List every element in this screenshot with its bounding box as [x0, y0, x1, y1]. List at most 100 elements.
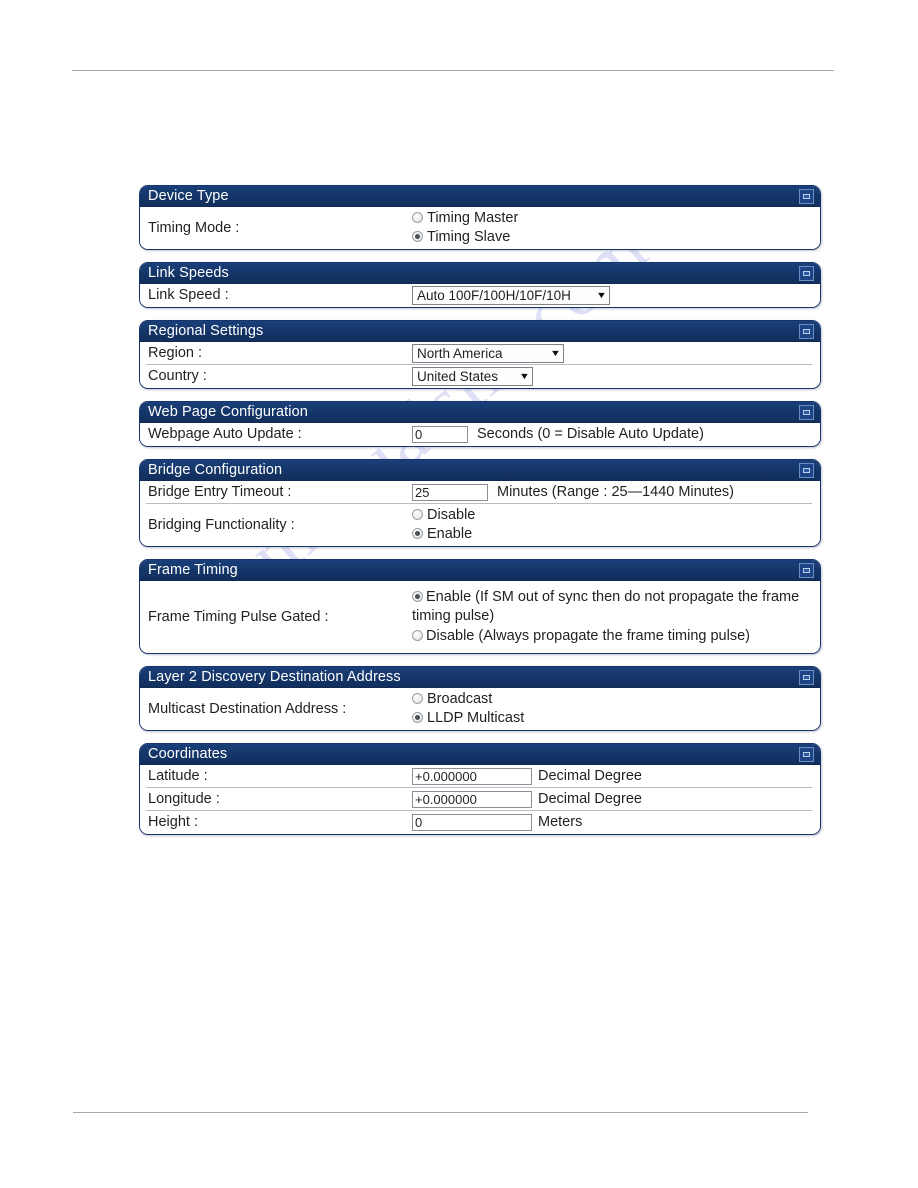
unit-label: Decimal Degree: [538, 791, 642, 807]
radio-group-multicast-destination-address: Broadcast LLDP Multicast: [412, 688, 820, 730]
row-label: Height :: [148, 814, 198, 830]
select-value: Auto 100F/100H/10F/10H: [417, 288, 571, 303]
radio-label: Disable (Always propagate the frame timi…: [426, 627, 750, 644]
chevron-down-icon: ▼: [518, 371, 531, 381]
radio-option-disable[interactable]: Disable: [412, 506, 475, 525]
radio-icon[interactable]: [412, 528, 423, 539]
panel-title: Link Speeds: [148, 265, 229, 281]
panel-title: Layer 2 Discovery Destination Address: [148, 669, 401, 685]
row-latitude: Latitude : Decimal Degree: [140, 765, 820, 788]
row-bridging-functionality: Bridging Functionality : Disable Enable: [140, 504, 820, 546]
radio-option-broadcast[interactable]: Broadcast: [412, 690, 492, 709]
row-country: Country : United States ▼: [140, 365, 820, 388]
row-label: Webpage Auto Update :: [148, 426, 302, 442]
collapse-minus-icon[interactable]: [799, 266, 814, 281]
row-label: Latitude :: [148, 768, 208, 784]
row-label: Country :: [148, 368, 207, 384]
radio-label: Disable: [427, 507, 476, 523]
row-height: Height : Meters: [140, 811, 820, 834]
select-value: North America: [417, 346, 503, 361]
unit-label: Meters: [538, 814, 583, 830]
collapse-minus-icon[interactable]: [799, 189, 814, 204]
panel-layer2-discovery-destination-address: Layer 2 Discovery Destination Address Mu…: [139, 666, 821, 731]
input-latitude[interactable]: [412, 768, 532, 785]
row-region: Region : North America ▼: [140, 342, 820, 365]
panel-body: Frame Timing Pulse Gated : Enable (If SM…: [140, 581, 820, 653]
radio-option-timing-master[interactable]: Timing Master: [412, 209, 518, 228]
radio-group-timing-mode: Timing Master Timing Slave: [412, 207, 820, 249]
panel-header-frame-timing[interactable]: Frame Timing: [140, 560, 820, 581]
radio-label: LLDP Multicast: [427, 710, 525, 726]
input-height[interactable]: [412, 814, 532, 831]
row-label: Timing Mode :: [148, 219, 240, 236]
input-bridge-entry-timeout[interactable]: [412, 484, 488, 501]
unit-label: Seconds (0 = Disable Auto Update): [477, 426, 704, 442]
collapse-minus-icon[interactable]: [799, 463, 814, 478]
panel-title: Coordinates: [148, 746, 228, 762]
collapse-minus-icon[interactable]: [799, 747, 814, 762]
panel-body: Timing Mode : Timing Master Timing Slave: [140, 207, 820, 249]
collapse-minus-icon[interactable]: [799, 670, 814, 685]
field-wrap: Seconds (0 = Disable Auto Update): [412, 423, 820, 446]
panel-header-bridge-configuration[interactable]: Bridge Configuration: [140, 460, 820, 481]
panel-body: Multicast Destination Address : Broadcas…: [140, 688, 820, 730]
radio-option-timing-slave[interactable]: Timing Slave: [412, 228, 510, 247]
radio-group-bridging-functionality: Disable Enable: [412, 504, 820, 546]
radio-icon[interactable]: [412, 212, 423, 223]
panel-header-coordinates[interactable]: Coordinates: [140, 744, 820, 765]
unit-label: Minutes (Range : 25—1440 Minutes): [497, 484, 734, 500]
panel-header-regional-settings[interactable]: Regional Settings: [140, 321, 820, 342]
panel-header-device-type[interactable]: Device Type: [140, 186, 820, 207]
radio-icon[interactable]: [412, 712, 423, 723]
select-region[interactable]: North America ▼: [412, 344, 564, 363]
panel-regional-settings: Regional Settings Region : North America…: [139, 320, 821, 389]
field-wrap: Auto 100F/100H/10F/10H ▼: [412, 284, 820, 307]
collapse-minus-icon[interactable]: [799, 405, 814, 420]
row-frame-timing-pulse-gated: Frame Timing Pulse Gated : Enable (If SM…: [140, 581, 820, 653]
row-multicast-destination-address: Multicast Destination Address : Broadcas…: [140, 688, 820, 730]
radio-label: Timing Master: [427, 210, 519, 226]
page-header-rule: [72, 70, 834, 71]
field-wrap: Minutes (Range : 25—1440 Minutes): [412, 481, 820, 504]
panel-coordinates: Coordinates Latitude : Decimal Degree Lo…: [139, 743, 821, 835]
radio-option-enable[interactable]: Enable: [412, 525, 472, 544]
collapse-minus-icon[interactable]: [799, 563, 814, 578]
panel-header-web-page-configuration[interactable]: Web Page Configuration: [140, 402, 820, 423]
panel-device-type: Device Type Timing Mode : Timing Master …: [139, 185, 821, 250]
field-wrap: United States ▼: [412, 365, 820, 388]
panel-frame-timing: Frame Timing Frame Timing Pulse Gated : …: [139, 559, 821, 654]
radio-icon[interactable]: [412, 231, 423, 242]
panel-title: Web Page Configuration: [148, 404, 308, 420]
panel-body: Region : North America ▼ Country : Unite…: [140, 342, 820, 388]
radio-label: Timing Slave: [427, 229, 511, 245]
panel-title: Bridge Configuration: [148, 462, 283, 478]
input-longitude[interactable]: [412, 791, 532, 808]
select-link-speed[interactable]: Auto 100F/100H/10F/10H ▼: [412, 286, 610, 305]
row-bridge-entry-timeout: Bridge Entry Timeout : Minutes (Range : …: [140, 481, 820, 504]
radio-label: Broadcast: [427, 691, 493, 707]
radio-option-disable[interactable]: Disable (Always propagate the frame timi…: [412, 627, 750, 647]
row-label: Bridging Functionality :: [148, 516, 295, 533]
select-country[interactable]: United States ▼: [412, 367, 533, 386]
panel-body: Link Speed : Auto 100F/100H/10F/10H ▼: [140, 284, 820, 307]
radio-icon[interactable]: [412, 629, 423, 641]
row-label: Region :: [148, 345, 203, 361]
row-longitude: Longitude : Decimal Degree: [140, 788, 820, 811]
radio-icon[interactable]: [412, 590, 423, 602]
row-webpage-auto-update: Webpage Auto Update : Seconds (0 = Disab…: [140, 423, 820, 446]
page-footer-rule: [73, 1112, 808, 1113]
input-webpage-auto-update[interactable]: [412, 426, 468, 443]
panel-body: Bridge Entry Timeout : Minutes (Range : …: [140, 481, 820, 546]
panel-header-layer2-discovery[interactable]: Layer 2 Discovery Destination Address: [140, 667, 820, 688]
panel-title: Device Type: [148, 188, 229, 204]
panel-header-link-speeds[interactable]: Link Speeds: [140, 263, 820, 284]
radio-icon[interactable]: [412, 509, 423, 520]
radio-option-enable[interactable]: Enable (If SM out of sync then do not pr…: [412, 588, 802, 627]
radio-icon[interactable]: [412, 693, 423, 704]
panel-web-page-configuration: Web Page Configuration Webpage Auto Upda…: [139, 401, 821, 447]
collapse-minus-icon[interactable]: [799, 324, 814, 339]
chevron-down-icon: ▼: [549, 348, 562, 358]
field-wrap: Meters: [412, 811, 820, 834]
radio-option-lldp-multicast[interactable]: LLDP Multicast: [412, 709, 524, 728]
field-wrap: North America ▼: [412, 342, 820, 365]
